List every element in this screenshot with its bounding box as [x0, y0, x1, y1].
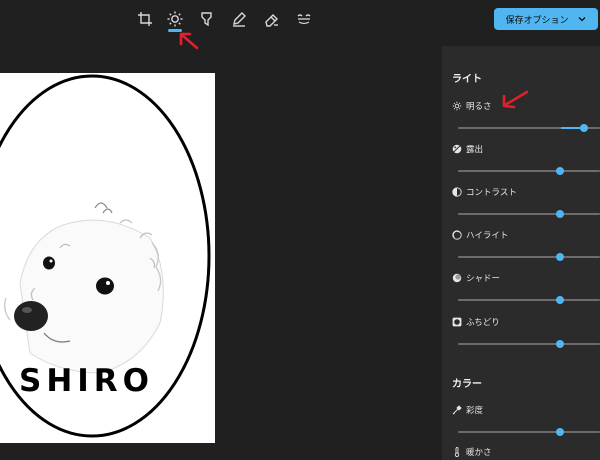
adjustment-panel: ライト 明るさ 露出 コントラスト ハイライト シャドー ふちどり カラー 彩度…	[442, 46, 600, 460]
exposure-label: 露出	[466, 145, 484, 155]
save-options-button[interactable]: 保存オプション	[494, 8, 598, 30]
contrast-slider-thumb[interactable]	[556, 210, 564, 218]
brightness-label: 明るさ	[466, 102, 492, 112]
contrast-label: コントラスト	[466, 188, 517, 198]
filter-icon[interactable]	[197, 9, 217, 29]
exposure-slider[interactable]	[458, 167, 600, 175]
exposure-icon	[452, 144, 462, 154]
contrast-slider[interactable]	[458, 210, 600, 218]
contrast-icon	[452, 187, 462, 197]
image-canvas[interactable]: SHIRO	[0, 73, 215, 443]
saturation-slider[interactable]	[458, 428, 600, 436]
red-eye-icon[interactable]	[294, 9, 314, 29]
brightness-icon	[452, 101, 462, 111]
color-section-title: カラー	[452, 379, 482, 390]
warmth-label: 暖かさ	[466, 448, 492, 458]
exposure-slider-thumb[interactable]	[556, 167, 564, 175]
highlight-label: ハイライト	[466, 231, 509, 241]
vignette-slider[interactable]	[458, 340, 600, 348]
shadow-label: シャドー	[466, 274, 501, 284]
image-caption: SHIRO	[19, 363, 155, 399]
highlight-slider-thumb[interactable]	[556, 253, 564, 261]
light-section-title: ライト	[452, 74, 482, 85]
chevron-down-icon	[578, 17, 585, 22]
markup-pen-icon[interactable]	[229, 9, 249, 29]
saturation-slider-thumb[interactable]	[556, 428, 564, 436]
saturation-label: 彩度	[466, 406, 484, 416]
active-tool-indicator	[168, 29, 182, 32]
saturation-dropper-icon	[452, 405, 462, 415]
crop-icon[interactable]	[135, 9, 155, 29]
shadow-slider[interactable]	[458, 296, 600, 304]
brightness-icon[interactable]	[165, 9, 185, 29]
vignette-icon	[452, 317, 462, 327]
retouch-eraser-icon[interactable]	[262, 9, 282, 29]
shadow-slider-thumb[interactable]	[556, 296, 564, 304]
vignette-label: ふちどり	[466, 318, 500, 328]
save-options-label: 保存オプション	[505, 15, 569, 26]
shadow-icon	[452, 273, 462, 283]
brightness-slider[interactable]	[458, 124, 600, 132]
vignette-slider-thumb[interactable]	[556, 340, 564, 348]
highlight-icon	[452, 230, 462, 240]
annotation-arrow-icon	[179, 32, 199, 50]
brightness-slider-thumb[interactable]	[580, 124, 588, 132]
highlight-slider[interactable]	[458, 253, 600, 261]
warmth-thermometer-icon	[452, 447, 462, 457]
